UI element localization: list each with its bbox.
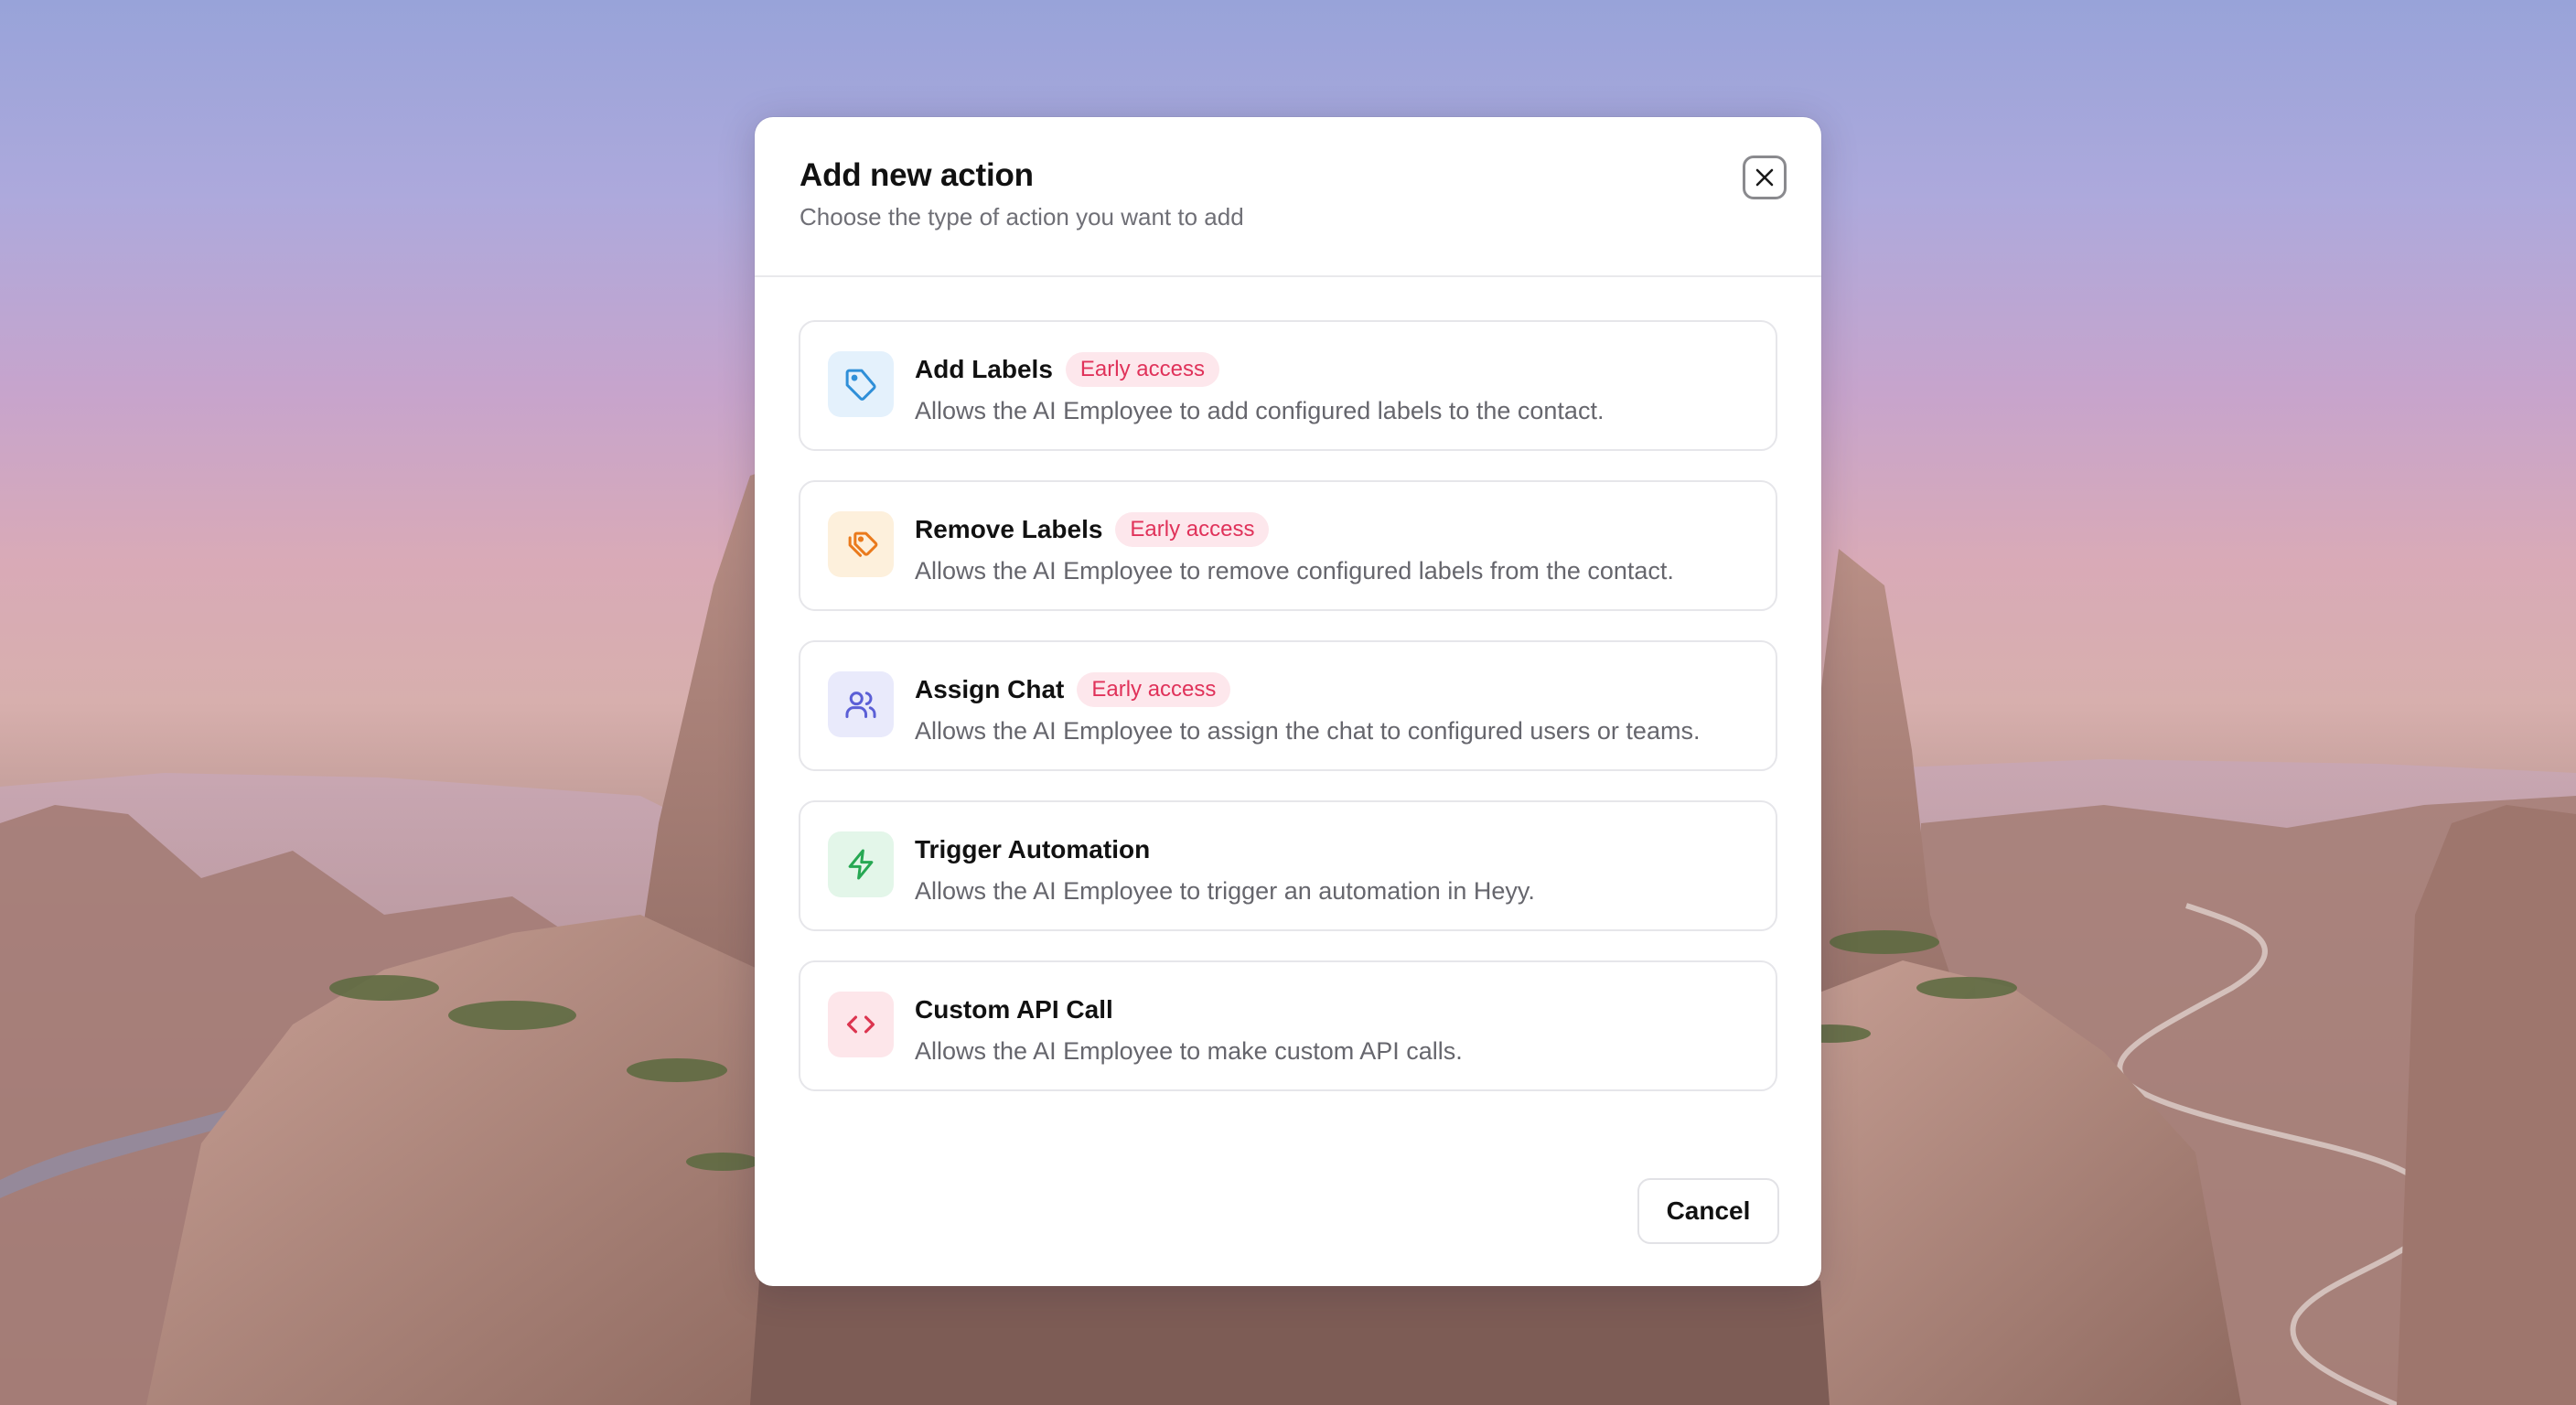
action-title: Remove Labels <box>915 515 1103 543</box>
tags-icon <box>848 531 878 557</box>
dialog-title: Add new action <box>800 157 1034 193</box>
action-description: Allows the AI Employee to assign the cha… <box>915 717 1701 745</box>
action-card-assign-chat[interactable]: Assign Chat Early access Allows the AI E… <box>799 640 1777 771</box>
action-title: Assign Chat <box>915 675 1065 703</box>
card-title-row: Add Labels Early access <box>915 351 1219 388</box>
trigger-automation-icon-tile <box>828 831 894 897</box>
action-title: Custom API Call <box>915 995 1113 1024</box>
action-card-remove-labels[interactable]: Remove Labels Early access Allows the AI… <box>799 480 1777 611</box>
action-card-add-labels[interactable]: Add Labels Early access Allows the AI Em… <box>799 320 1777 451</box>
custom-api-icon-tile <box>828 992 894 1057</box>
card-title-row: Custom API Call <box>915 992 1113 1028</box>
zap-icon <box>848 849 874 880</box>
action-title: Trigger Automation <box>915 835 1151 863</box>
action-description: Allows the AI Employee to remove configu… <box>915 557 1674 585</box>
add-action-dialog: Add new action Choose the type of action… <box>755 117 1821 1286</box>
code-icon <box>846 1015 875 1034</box>
users-icon <box>845 692 876 718</box>
early-access-badge: Early access <box>1077 672 1231 707</box>
early-access-badge: Early access <box>1115 512 1270 547</box>
remove-labels-icon-tile <box>828 511 894 577</box>
assign-chat-icon-tile <box>828 671 894 737</box>
card-title-row: Assign Chat Early access <box>915 671 1231 708</box>
action-description: Allows the AI Employee to trigger an aut… <box>915 877 1535 905</box>
card-title-row: Trigger Automation <box>915 831 1150 868</box>
close-icon <box>1755 168 1774 187</box>
action-description: Allows the AI Employee to make custom AP… <box>915 1037 1463 1065</box>
early-access-badge: Early access <box>1065 352 1219 387</box>
add-labels-icon-tile <box>828 351 894 417</box>
close-button[interactable] <box>1743 156 1787 199</box>
action-description: Allows the AI Employee to add configured… <box>915 397 1605 424</box>
action-title: Add Labels <box>915 355 1053 383</box>
tag-icon <box>845 369 876 401</box>
action-list: Add Labels Early access Allows the AI Em… <box>799 320 1777 1121</box>
card-title-row: Remove Labels Early access <box>915 511 1270 548</box>
dialog-header: Add new action Choose the type of action… <box>755 117 1821 277</box>
dialog-subtitle: Choose the type of action you want to ad… <box>800 203 1244 231</box>
action-card-trigger-automation[interactable]: Trigger Automation Allows the AI Employe… <box>799 800 1777 931</box>
cancel-button[interactable]: Cancel <box>1637 1178 1779 1244</box>
action-card-custom-api-call[interactable]: Custom API Call Allows the AI Employee t… <box>799 960 1777 1091</box>
